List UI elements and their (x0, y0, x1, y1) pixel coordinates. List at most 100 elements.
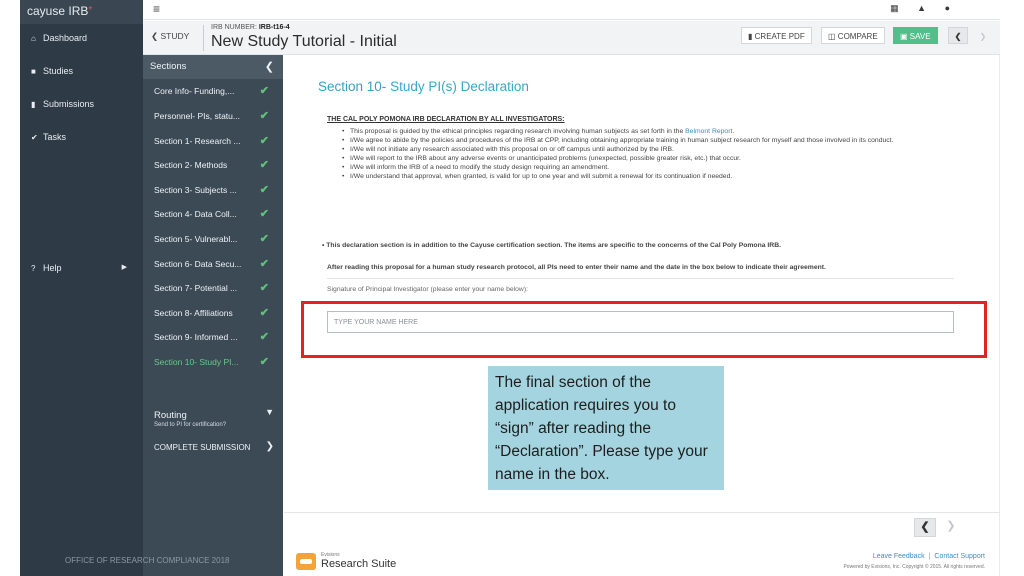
previous-page-button[interactable]: ❮ (914, 518, 936, 537)
sections-header-label: Sections (150, 61, 187, 72)
section-item-core-info[interactable]: Core Info- Funding,... ✔ (143, 81, 283, 101)
nav-item-submissions[interactable]: ▮ Submissions (20, 94, 143, 114)
evisions-logo-icon (296, 553, 316, 570)
study-header: ❮ STUDY IRB NUMBER: IRB-t16-4 New Study … (143, 21, 1000, 55)
save-button[interactable]: ▣ SAVE (893, 27, 938, 44)
divider (284, 512, 1000, 513)
nav-item-help[interactable]: ? Help ▶ (20, 258, 143, 278)
section-item-label: Personnel- PIs, statu... (154, 111, 240, 121)
chevron-left-icon: ❮ (920, 521, 930, 533)
nav-item-label: Dashboard (43, 33, 88, 43)
section-item-label: Section 7- Potential ... (154, 283, 238, 293)
chevron-right-icon: ❯ (979, 32, 987, 41)
check-icon: ✔ (259, 282, 269, 294)
complete-submission-label: COMPLETE SUBMISSION (154, 443, 251, 452)
user-icon[interactable]: ● (945, 3, 950, 13)
compare-icon: ◫ (828, 32, 836, 41)
caret-right-icon: ▶ (121, 264, 127, 271)
declaration-heading: THE CAL POLY POMONA IRB DECLARATION BY A… (327, 116, 565, 123)
section-item-personnel[interactable]: Personnel- PIs, statu... ✔ (143, 106, 283, 126)
section-item-5[interactable]: Section 5- Vulnerabl... ✔ (143, 229, 283, 249)
section-item-label: Section 1- Research ... (154, 136, 241, 146)
save-icon: ▣ (900, 32, 908, 41)
pdf-icon: ▮ (748, 32, 753, 41)
back-to-study-button[interactable]: ❮ STUDY (151, 31, 189, 42)
check-icon: ✔ (259, 307, 269, 319)
list-item: I/We agree to abide by the policies and … (342, 136, 962, 145)
section-item-9[interactable]: Section 9- Informed ... ✔ (143, 327, 283, 347)
next-page-button[interactable]: ❯ (940, 518, 962, 537)
question-icon: ? (31, 264, 36, 273)
instruction-callout: The final section of the application req… (488, 366, 724, 490)
main-content: Section 10- Study PI(s) Declaration THE … (284, 55, 1000, 576)
divider (203, 25, 204, 51)
compare-label: COMPARE (837, 32, 878, 41)
create-pdf-label: CREATE PDF (754, 32, 805, 41)
bell-icon[interactable]: ▲ (917, 3, 926, 13)
home-icon: ⌂ (31, 34, 36, 43)
routing-title: Routing (154, 410, 187, 421)
section-item-6[interactable]: Section 6- Data Secu... ✔ (143, 254, 283, 274)
check-icon: ✔ (259, 208, 269, 220)
nav-item-tasks[interactable]: ✔ Tasks (20, 127, 143, 147)
bullet-text: This proposal is guided by the ethical p… (350, 128, 684, 135)
sections-header[interactable]: Sections ❮ (143, 55, 283, 79)
section-item-10[interactable]: Section 10- Study PI... ✔ (143, 352, 283, 372)
top-bar: ≡ ▦ ▲ ● (143, 0, 1000, 20)
section-name: Study PI(s) Declaration (390, 79, 529, 94)
copyright: Powered by Evisions, Inc. Copyright © 20… (843, 564, 985, 570)
logo-big-text: Research Suite (321, 558, 397, 570)
section-item-8[interactable]: Section 8- Affiliations ✔ (143, 303, 283, 323)
create-pdf-button[interactable]: ▮ CREATE PDF (741, 27, 812, 44)
section-item-4[interactable]: Section 4- Data Coll... ✔ (143, 204, 283, 224)
compliance-footer: OFFICE OF RESEARCH COMPLIANCE 2018 (65, 556, 230, 565)
section-item-label: Section 6- Data Secu... (154, 259, 242, 269)
left-nav: cayuse IRB* ⌂ Dashboard ■ Studies ▮ Submiss… (20, 0, 143, 576)
brand-logo[interactable]: cayuse IRB* (20, 0, 143, 24)
study-title: New Study Tutorial - Initial (211, 33, 397, 50)
check-icon: ✔ (259, 85, 269, 97)
list-item: I/We will not initiate any research asso… (342, 145, 962, 154)
chevron-left-icon[interactable]: ❮ (265, 55, 274, 79)
section-item-label: Section 9- Informed ... (154, 332, 238, 342)
footer-separator: | (928, 553, 931, 560)
section-item-3[interactable]: Section 3- Subjects ... ✔ (143, 180, 283, 200)
sections-panel: Sections ❮ Core Info- Funding,... ✔ Perso… (143, 55, 283, 576)
next-section-button[interactable]: ❯ (973, 27, 993, 44)
section-item-1[interactable]: Section 1- Research ... ✔ (143, 131, 283, 151)
routing-toggle[interactable]: Routing Send to PI for certification? ▼ (154, 407, 276, 428)
back-label: STUDY (160, 31, 190, 41)
list-item: I/We understand that approval, when gran… (342, 172, 962, 181)
section-title: Section 10- Study PI(s) Declaration (318, 79, 529, 94)
nav-item-label: Tasks (43, 132, 67, 142)
routing-subtitle: Send to PI for certification? (154, 422, 227, 428)
compare-button[interactable]: ◫ COMPARE (821, 27, 885, 44)
check-icon: ✔ (259, 110, 269, 122)
chevron-right-icon: ❯ (265, 441, 274, 452)
irb-number-value: IRB-t16-4 (258, 24, 290, 31)
belmont-report-link[interactable]: Belmont Report (685, 128, 732, 135)
section-item-2[interactable]: Section 2- Methods ✔ (143, 155, 283, 175)
contact-support-link[interactable]: Contact Support (934, 553, 985, 560)
agreement-instruction: After reading this proposal for a human … (327, 264, 826, 271)
complete-submission-button[interactable]: COMPLETE SUBMISSION ❯ (154, 441, 276, 452)
list-item: I/We will inform the IRB of a need to mo… (342, 163, 962, 172)
list-item: This proposal is guided by the ethical p… (342, 127, 962, 136)
nav-item-label: Submissions (43, 99, 95, 109)
section-item-7[interactable]: Section 7- Potential ... ✔ (143, 278, 283, 298)
signature-input[interactable] (327, 311, 954, 333)
footer-links: Leave Feedback | Contact Support (873, 553, 985, 560)
previous-section-button[interactable]: ❮ (948, 27, 968, 44)
top-icons: ▦ ▲ ● (874, 3, 950, 14)
save-label: SAVE (909, 32, 931, 41)
folder-icon: ■ (31, 67, 36, 76)
nav-item-studies[interactable]: ■ Studies (20, 61, 143, 81)
check-icon: ✔ (259, 233, 269, 245)
grid-icon[interactable]: ▦ (890, 3, 899, 14)
app-root: cayuse IRB* ⌂ Dashboard ■ Studies ▮ Submiss… (0, 0, 1024, 576)
menu-icon[interactable]: ≡ (153, 2, 160, 16)
declaration-note: • This declaration section is in additio… (322, 242, 782, 249)
chevron-left-icon: ❮ (954, 32, 962, 41)
leave-feedback-link[interactable]: Leave Feedback (873, 553, 925, 560)
nav-item-dashboard[interactable]: ⌂ Dashboard (20, 28, 143, 48)
